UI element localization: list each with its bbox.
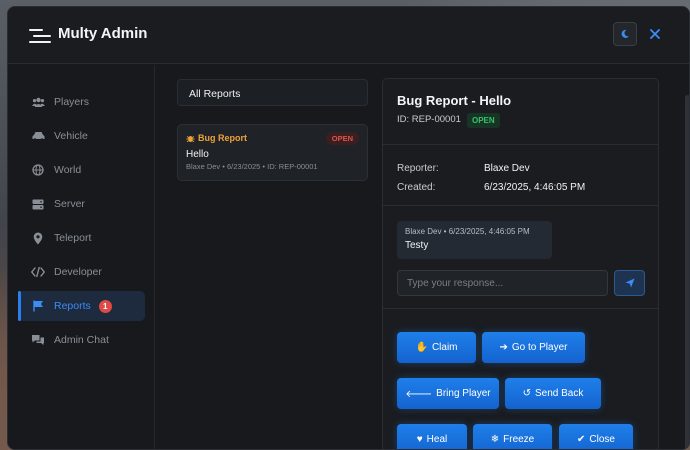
sidebar: Players Vehicle World Server Teleport De… <box>8 65 155 449</box>
close-report-button[interactable]: ✔ Close <box>559 424 633 449</box>
divider <box>383 205 658 206</box>
heal-label: Heal <box>426 434 448 445</box>
arrow-right-icon: ➔ <box>499 342 508 353</box>
app-title: Multy Admin <box>58 25 148 42</box>
scrollbar[interactable] <box>685 95 689 449</box>
map-pin-icon <box>31 231 45 245</box>
code-icon <box>31 265 45 279</box>
message-text: Testy <box>405 240 429 251</box>
report-detail-panel: Bug Report - Hello ID: REP-00001 OPEN Re… <box>382 78 659 449</box>
reports-count-badge: 1 <box>98 299 112 313</box>
sidebar-item-server[interactable]: Server <box>18 189 145 219</box>
close-report-label: Close <box>589 434 615 445</box>
detail-title: Bug Report - Hello <box>397 93 512 108</box>
header: Multy Admin <box>8 7 689 64</box>
bug-icon <box>186 135 195 142</box>
bring-player-button[interactable]: 🡐 Bring Player <box>397 378 499 409</box>
sidebar-item-vehicle[interactable]: Vehicle <box>18 121 145 151</box>
sidebar-item-developer[interactable]: Developer <box>18 257 145 287</box>
reports-list-column: All Reports Bug Report OPEN Hello Blaxe … <box>156 65 382 449</box>
sidebar-item-label: Developer <box>54 266 102 278</box>
hand-icon: ✋ <box>415 342 428 353</box>
message-meta: Blaxe Dev • 6/23/2025, 4:46:05 PM <box>405 227 530 236</box>
sidebar-item-label: World <box>54 164 82 176</box>
car-icon <box>31 129 45 143</box>
flag-icon <box>31 299 45 313</box>
sidebar-item-world[interactable]: World <box>18 155 145 185</box>
report-title: Hello <box>186 149 209 160</box>
reports-filter-header[interactable]: All Reports <box>177 79 368 106</box>
sidebar-item-label: Vehicle <box>54 130 88 142</box>
server-icon <box>31 197 45 211</box>
scrollbar-thumb[interactable] <box>685 95 689 449</box>
sidebar-item-admin-chat[interactable]: Admin Chat <box>18 325 145 355</box>
bring-player-label: Bring Player <box>436 388 491 399</box>
claim-label: Claim <box>431 342 458 353</box>
claim-button[interactable]: ✋ Claim <box>397 332 476 363</box>
send-back-label: Send Back <box>535 388 584 399</box>
snowflake-icon: ❄ <box>490 434 500 445</box>
created-label: Created: <box>397 182 436 193</box>
response-input[interactable] <box>397 270 608 296</box>
report-meta: Blaxe Dev • 6/23/2025 • ID: REP-00001 <box>186 162 318 171</box>
sidebar-item-label: Server <box>54 198 85 210</box>
report-card[interactable]: Bug Report OPEN Hello Blaxe Dev • 6/23/2… <box>177 124 368 181</box>
reporter-label: Reporter: <box>397 163 439 174</box>
sidebar-item-teleport[interactable]: Teleport <box>18 223 145 253</box>
heal-button[interactable]: ♥ Heal <box>397 424 467 449</box>
report-type-label: Bug Report <box>198 133 247 143</box>
freeze-button[interactable]: ❄ Freeze <box>473 424 552 449</box>
send-response-button[interactable] <box>614 270 645 296</box>
close-panel-button[interactable] <box>643 22 667 46</box>
moon-icon <box>621 29 629 38</box>
detail-id: ID: REP-00001 <box>397 114 461 125</box>
detail-status-badge: OPEN <box>467 113 500 128</box>
divider <box>383 144 658 145</box>
arrow-left-icon: 🡐 <box>405 388 433 400</box>
go-to-player-label: Go to Player <box>511 342 568 353</box>
users-icon <box>31 95 45 109</box>
check-icon: ✔ <box>577 434 586 445</box>
heart-icon: ♥ <box>416 434 423 445</box>
sidebar-item-label: Teleport <box>54 232 92 244</box>
divider <box>383 308 658 309</box>
reporter-value: Blaxe Dev <box>484 163 530 174</box>
send-icon <box>625 278 634 288</box>
undo-icon: ↺ <box>522 388 531 399</box>
freeze-label: Freeze <box>503 434 535 445</box>
sidebar-item-reports[interactable]: Reports 1 <box>18 291 145 321</box>
sidebar-item-label: Admin Chat <box>54 334 109 346</box>
admin-panel: Multy Admin Players Vehicle World Server… <box>7 6 690 450</box>
sidebar-item-label: Reports <box>54 300 91 312</box>
globe-icon <box>31 163 45 177</box>
sidebar-item-label: Players <box>54 96 90 108</box>
chat-icon <box>31 333 45 347</box>
report-type: Bug Report <box>186 133 247 143</box>
send-back-button[interactable]: ↺ Send Back <box>505 378 601 409</box>
chat-message: Blaxe Dev • 6/23/2025, 4:46:05 PM Testy <box>397 221 552 259</box>
created-value: 6/23/2025, 4:46:05 PM <box>484 182 586 193</box>
go-to-player-button[interactable]: ➔ Go to Player <box>482 332 585 363</box>
menu-icon[interactable] <box>29 29 51 43</box>
close-icon <box>650 29 660 39</box>
report-status-badge: OPEN <box>325 132 359 145</box>
sidebar-item-players[interactable]: Players <box>18 87 145 117</box>
theme-toggle-button[interactable] <box>613 22 637 46</box>
